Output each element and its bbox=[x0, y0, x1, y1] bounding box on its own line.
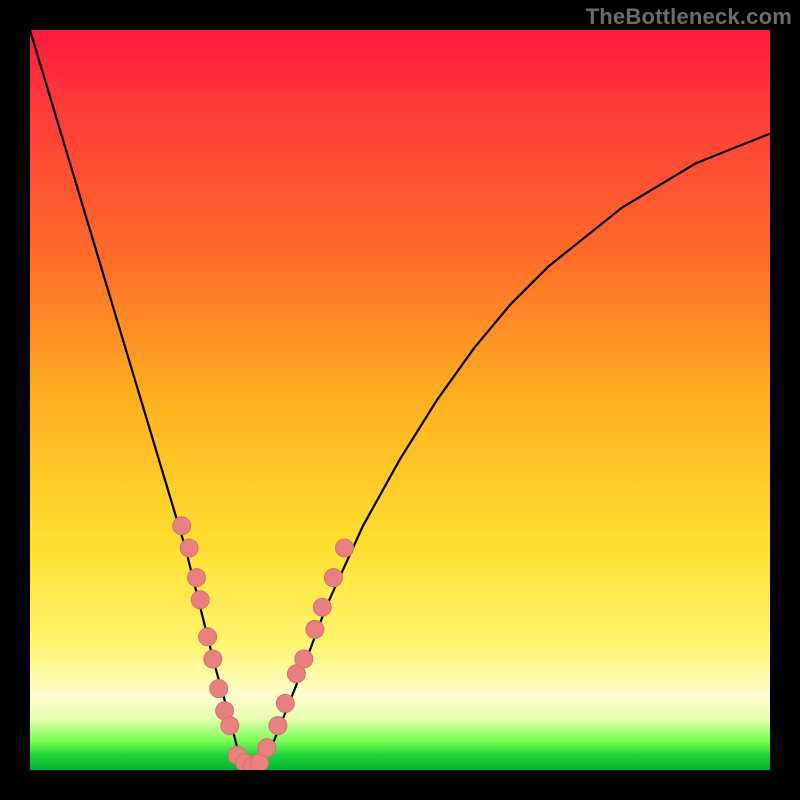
curve-marker bbox=[221, 717, 239, 735]
curve-marker bbox=[258, 739, 276, 757]
curve-marker bbox=[188, 569, 206, 587]
curve-marker bbox=[210, 680, 228, 698]
curve-markers bbox=[173, 517, 354, 770]
curve-marker bbox=[180, 539, 198, 557]
curve-marker bbox=[336, 539, 354, 557]
plot-area bbox=[30, 30, 770, 770]
watermark-text: TheBottleneck.com bbox=[586, 4, 792, 30]
curve-marker bbox=[324, 569, 342, 587]
curve-marker bbox=[269, 717, 287, 735]
curve-marker bbox=[173, 517, 191, 535]
curve-marker bbox=[306, 620, 324, 638]
curve-marker bbox=[313, 598, 331, 616]
curve-marker bbox=[204, 650, 222, 668]
curve-marker bbox=[199, 628, 217, 646]
curve-svg bbox=[30, 30, 770, 770]
curve-marker bbox=[191, 591, 209, 609]
bottleneck-curve bbox=[30, 30, 770, 770]
chart-frame: TheBottleneck.com bbox=[0, 0, 800, 800]
curve-marker bbox=[276, 694, 294, 712]
curve-marker bbox=[295, 650, 313, 668]
